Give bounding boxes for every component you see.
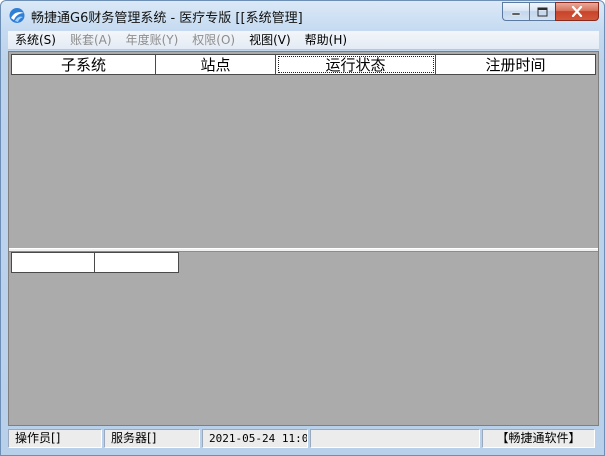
detail-col-header-1[interactable] (11, 252, 95, 273)
status-server: 服务器[] (104, 429, 200, 448)
subsystem-grid-header: 子系统 站点 运行状态 注册时间 (11, 54, 596, 75)
maximize-icon (537, 7, 548, 16)
status-datetime: 2021-05-24 11:06 (202, 429, 308, 448)
detail-col-header-2[interactable] (95, 252, 179, 273)
app-window: 畅捷通G6财务管理系统 - 医疗专版 [[系统管理] 系统(S) 账套(A) 年… (0, 0, 605, 456)
status-bar: 操作员[] 服务器[] 2021-05-24 11:06 【畅捷通软件】 (8, 429, 599, 449)
menu-account-set[interactable]: 账套(A) (63, 31, 119, 50)
menu-annual-account[interactable]: 年度账(Y) (119, 31, 186, 50)
minimize-icon (511, 12, 521, 15)
minimize-button[interactable] (502, 2, 529, 21)
window-title: 畅捷通G6财务管理系统 - 医疗专版 [[系统管理] (31, 11, 303, 26)
close-button[interactable] (555, 2, 599, 21)
title-bar[interactable]: 畅捷通G6财务管理系统 - 医疗专版 [[系统管理] (1, 1, 604, 30)
col-header-run-status[interactable]: 运行状态 (276, 54, 436, 75)
close-icon (571, 6, 583, 17)
col-header-site[interactable]: 站点 (156, 54, 276, 75)
menu-permission[interactable]: 权限(O) (185, 31, 242, 50)
col-header-subsystem[interactable]: 子系统 (11, 54, 156, 75)
menu-bar: 系统(S) 账套(A) 年度账(Y) 权限(O) 视图(V) 帮助(H) (8, 31, 599, 50)
menu-help[interactable]: 帮助(H) (298, 31, 354, 50)
detail-grid-header (11, 252, 179, 273)
app-logo-icon (9, 8, 25, 23)
maximize-button[interactable] (529, 2, 555, 21)
status-empty (310, 429, 480, 448)
status-brand: 【畅捷通软件】 (482, 429, 595, 448)
col-header-register-time[interactable]: 注册时间 (436, 54, 596, 75)
window-controls (502, 2, 599, 22)
menu-system[interactable]: 系统(S) (8, 31, 63, 50)
main-content: 子系统 站点 运行状态 注册时间 (8, 51, 599, 426)
status-operator: 操作员[] (8, 429, 102, 448)
menu-view[interactable]: 视图(V) (242, 31, 298, 50)
